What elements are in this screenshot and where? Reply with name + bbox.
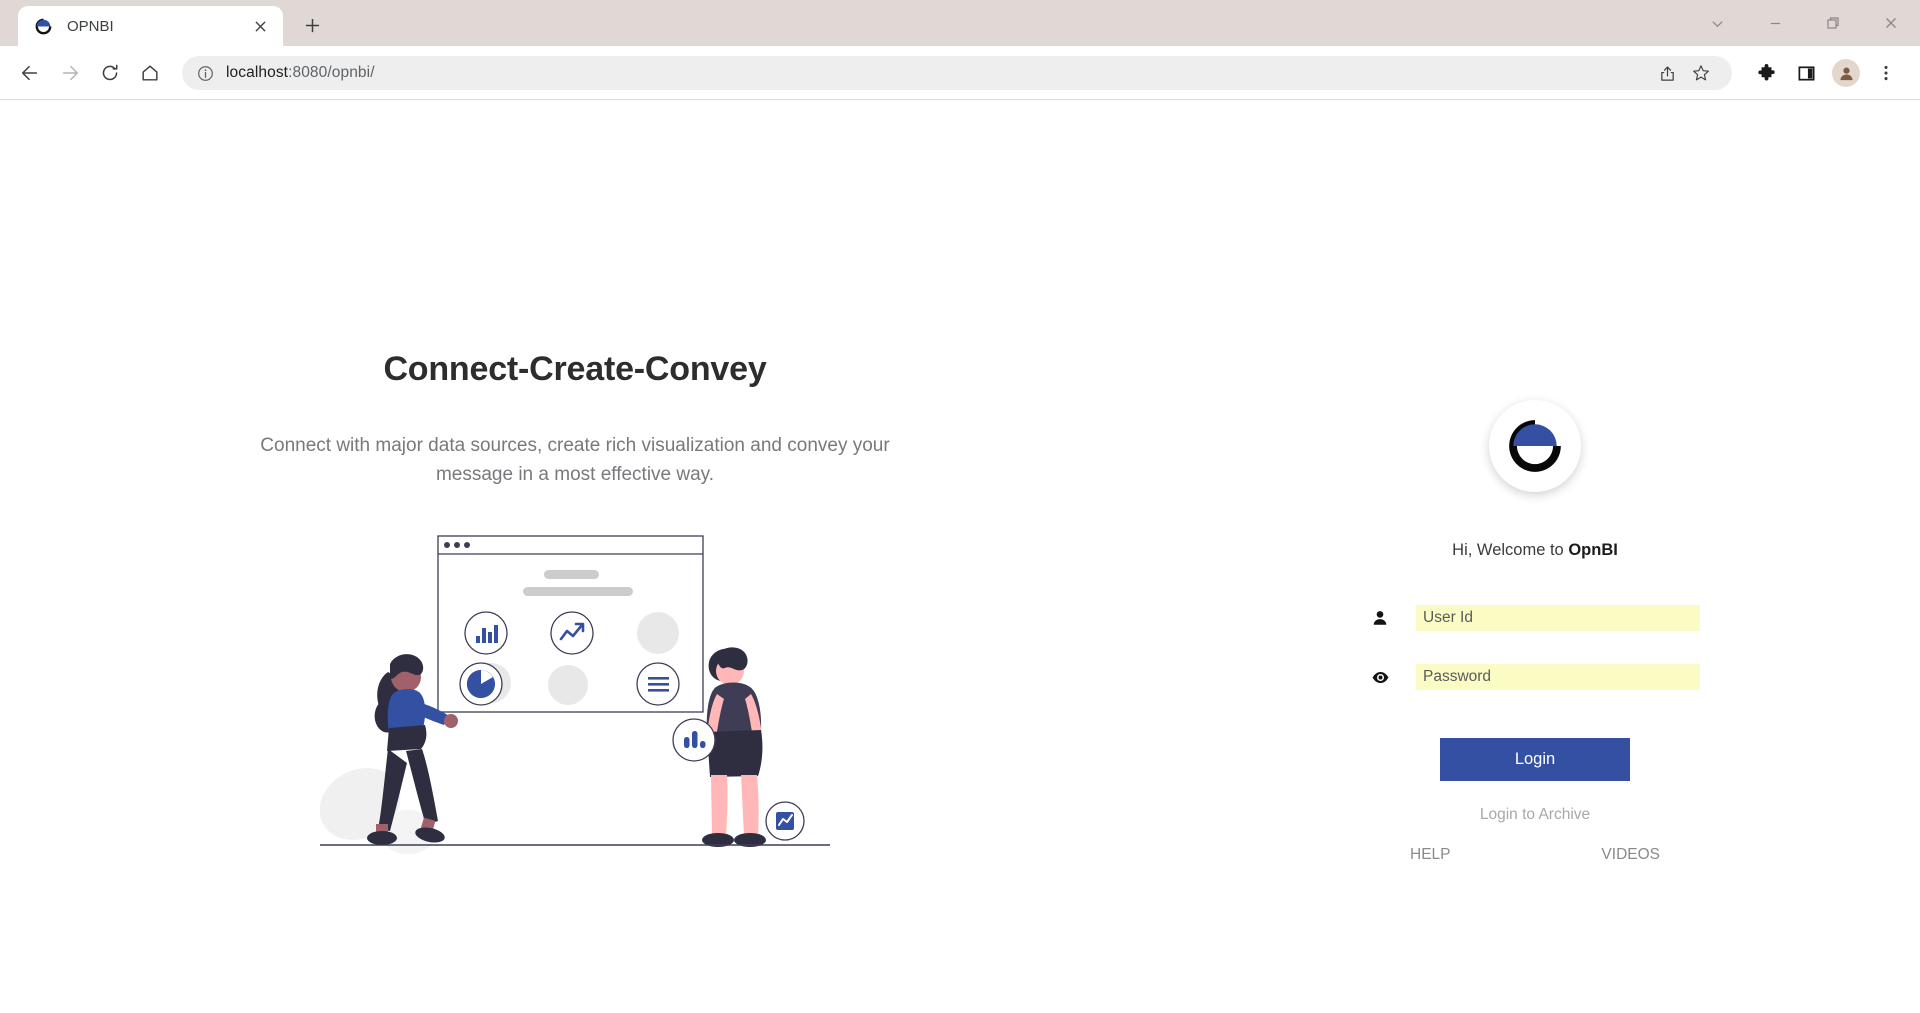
login-to-archive-link[interactable]: Login to Archive	[1480, 806, 1590, 824]
page-title: Connect-Create-Convey	[383, 350, 767, 388]
bar-chart-icon	[464, 611, 508, 655]
arrow-right-icon[interactable]	[52, 55, 88, 91]
password-input[interactable]	[1416, 664, 1700, 690]
help-link[interactable]: HELP	[1410, 846, 1451, 864]
address-bar[interactable]: localhost:8080/opnbi/	[182, 56, 1732, 90]
list-icon	[636, 662, 680, 706]
password-field-row	[1370, 664, 1700, 690]
pie-chart-icon	[459, 662, 503, 706]
trend-up-icon	[550, 611, 594, 655]
page-subtitle: Connect with major data sources, create …	[260, 435, 890, 486]
videos-link[interactable]: VIDEOS	[1601, 846, 1660, 864]
address-bar-actions	[1650, 58, 1718, 88]
url-host: localhost	[226, 64, 289, 81]
minimize-icon[interactable]	[1746, 0, 1804, 46]
toolbar-right-actions	[1748, 55, 1908, 91]
window-controls	[1688, 0, 1920, 46]
window-close-icon[interactable]	[1862, 0, 1920, 46]
tab-close-icon[interactable]	[247, 13, 273, 39]
tab-search-chevron-down-icon[interactable]	[1688, 0, 1746, 46]
browser-window: OPNBI localhost:8080/opnbi/ Connect-Crea…	[0, 0, 1920, 1013]
side-panel-icon[interactable]	[1788, 55, 1824, 91]
login-button[interactable]: Login	[1440, 738, 1630, 781]
column-chart-icon	[672, 718, 716, 762]
tab-title: OPNBI	[67, 17, 114, 35]
data-visualization-illustration	[319, 532, 830, 867]
person-icon	[1370, 608, 1390, 628]
user-id-input[interactable]	[1416, 605, 1700, 631]
welcome-message: Hi, Welcome to OpnBI	[1452, 541, 1618, 560]
welcome-prefix: Hi, Welcome to	[1452, 541, 1569, 559]
reload-icon[interactable]	[92, 55, 128, 91]
restore-icon[interactable]	[1804, 0, 1862, 46]
avatar	[1832, 59, 1860, 87]
browser-tab[interactable]: OPNBI	[18, 6, 283, 46]
three-dot-menu-icon[interactable]	[1868, 55, 1904, 91]
address-bar-url: localhost:8080/opnbi/	[226, 64, 375, 82]
person-avatar-icon[interactable]	[1828, 55, 1864, 91]
brand-name: OpnBI	[1568, 541, 1618, 559]
star-icon[interactable]	[1686, 58, 1716, 88]
browser-toolbar: localhost:8080/opnbi/	[0, 46, 1920, 100]
login-page: Connect-Create-Convey Connect with major…	[0, 100, 1920, 1013]
puzzle-piece-icon[interactable]	[1748, 55, 1784, 91]
arrow-left-icon[interactable]	[12, 55, 48, 91]
area-chart-icon	[765, 801, 805, 841]
opnbi-donut-icon	[34, 17, 53, 36]
page-viewport: Connect-Create-Convey Connect with major…	[0, 100, 1920, 1013]
hero-pane: Connect-Create-Convey Connect with major…	[0, 100, 1150, 1013]
login-form: Login Login to Archive HELP VIDEOS	[1370, 605, 1700, 864]
url-path: :8080/opnbi/	[288, 64, 375, 81]
footer-links: HELP VIDEOS	[1410, 846, 1660, 864]
home-icon[interactable]	[132, 55, 168, 91]
user-id-field-row	[1370, 605, 1700, 631]
tab-strip: OPNBI	[0, 0, 1920, 46]
share-icon[interactable]	[1652, 58, 1682, 88]
opnbi-donut-logo	[1489, 400, 1581, 492]
new-tab-button[interactable]	[295, 8, 329, 42]
login-pane: Hi, Welcome to OpnBI User Id Login Login…	[1150, 100, 1920, 1013]
eye-icon[interactable]	[1370, 667, 1390, 687]
info-circle-icon[interactable]	[196, 64, 214, 82]
